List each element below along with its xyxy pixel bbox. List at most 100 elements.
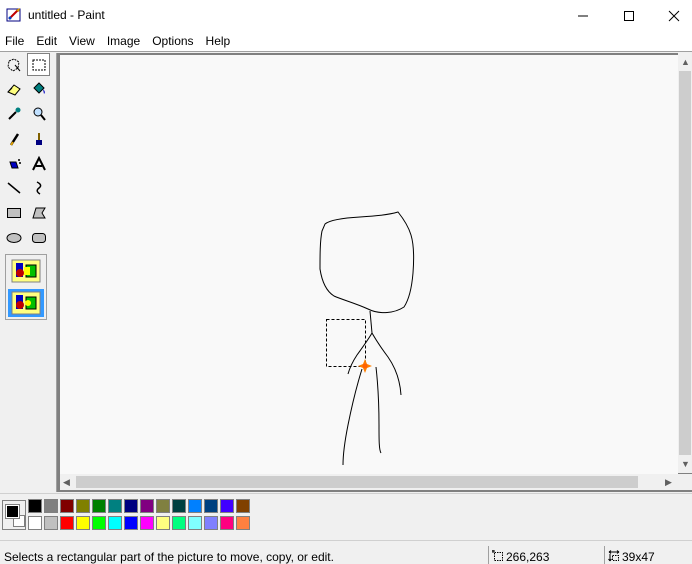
toolbox [0, 52, 53, 492]
text-icon [31, 155, 46, 170]
palette-swatch[interactable] [172, 516, 186, 530]
tool-line[interactable] [2, 176, 25, 199]
tool-free-form-select[interactable] [2, 53, 25, 76]
minimize-button[interactable] [560, 0, 606, 31]
palette-swatch[interactable] [76, 516, 90, 530]
tool-eraser[interactable] [2, 77, 25, 100]
palette-swatch[interactable] [204, 516, 218, 530]
airbrush-icon [8, 158, 21, 168]
title-bar: untitled - Paint [0, 0, 692, 31]
rounded-rect-icon [31, 232, 46, 243]
polygon-icon [31, 207, 46, 218]
rectangle-icon [6, 207, 21, 218]
palette-swatch[interactable] [28, 499, 42, 513]
palette-swatch[interactable] [44, 516, 58, 530]
cursor-position: 266,263 [506, 550, 550, 564]
tool-text[interactable] [27, 152, 50, 175]
menu-help[interactable]: Help [200, 31, 237, 51]
palette-swatch[interactable] [188, 516, 202, 530]
pencil-icon [9, 132, 19, 146]
scrollbar-corner [678, 474, 692, 490]
current-colors-indicator [2, 500, 26, 530]
selection-size-icon [608, 550, 620, 562]
tool-fill-with-color[interactable] [27, 77, 50, 100]
palette-swatch[interactable] [188, 499, 202, 513]
palette-swatch[interactable] [28, 516, 42, 530]
curve-icon [36, 180, 41, 195]
palette-swatch[interactable] [124, 516, 138, 530]
brush-icon [35, 132, 42, 145]
stick-figure-drawing [319, 211, 415, 466]
color-swatches [28, 499, 256, 532]
status-help-text: Selects a rectangular part of the pictur… [4, 550, 334, 564]
magnifier-icon [33, 107, 46, 121]
tool-airbrush[interactable] [2, 152, 25, 175]
ellipse-icon [6, 232, 21, 243]
menu-view[interactable]: View [63, 31, 101, 51]
menu-bar: File Edit View Image Options Help [0, 31, 692, 51]
close-button[interactable] [651, 0, 692, 31]
tool-rectangle[interactable] [2, 201, 25, 224]
palette-swatch[interactable] [60, 499, 74, 513]
palette-swatch[interactable] [124, 499, 138, 513]
menu-image[interactable]: Image [101, 31, 146, 51]
palette-swatch[interactable] [220, 516, 234, 530]
status-bar: Selects a rectangular part of the pictur… [0, 540, 692, 564]
palette-swatch[interactable] [140, 499, 154, 513]
palette-swatch[interactable] [108, 499, 122, 513]
menu-edit[interactable]: Edit [30, 31, 63, 51]
close-icon [668, 10, 680, 21]
vertical-scroll-thumb[interactable] [679, 71, 691, 455]
palette-swatch[interactable] [108, 516, 122, 530]
cursor-position-icon [492, 550, 503, 561]
menu-options[interactable]: Options [146, 31, 199, 51]
palette-swatch[interactable] [60, 516, 74, 530]
foreground-color-box [5, 504, 20, 519]
palette-swatch[interactable] [220, 499, 234, 513]
palette-swatch[interactable] [236, 499, 250, 513]
palette-swatch[interactable] [92, 499, 106, 513]
palette-swatch[interactable] [44, 499, 58, 513]
palette-swatch[interactable] [156, 516, 170, 530]
scroll-left-icon[interactable]: ◀ [63, 477, 70, 487]
fill-bucket-icon [32, 81, 45, 94]
cursor-position-pane: 266,263 [488, 546, 603, 564]
selection-size: 39x47 [622, 550, 655, 564]
horizontal-scrollbar[interactable]: ◀ ▶ [60, 474, 678, 490]
paint-app-icon [6, 8, 21, 22]
transparent-selection-option[interactable] [8, 289, 44, 317]
maximize-icon [624, 10, 634, 21]
palette-swatch[interactable] [172, 499, 186, 513]
tool-polygon[interactable] [27, 201, 50, 224]
maximize-button[interactable] [606, 0, 652, 31]
vertical-scrollbar[interactable]: ▲ ▼ [678, 53, 692, 473]
scroll-up-icon[interactable]: ▲ [681, 57, 690, 67]
eraser-icon [6, 83, 21, 96]
tool-pencil[interactable] [2, 127, 25, 150]
tool-ellipse[interactable] [2, 226, 25, 249]
palette-swatch[interactable] [204, 499, 218, 513]
tool-rounded-rectangle[interactable] [27, 226, 50, 249]
palette-swatch[interactable] [156, 499, 170, 513]
transparent-selection-icon [11, 291, 41, 315]
scroll-right-icon[interactable]: ▶ [665, 477, 672, 487]
opaque-selection-option[interactable] [8, 257, 44, 285]
palette-swatch[interactable] [92, 516, 106, 530]
palette-swatch[interactable] [236, 516, 250, 530]
tool-pick-color[interactable] [2, 102, 25, 125]
rect-select-icon [32, 59, 45, 70]
cursor-marker [358, 359, 372, 373]
eyedropper-icon [7, 107, 20, 120]
tool-select[interactable] [27, 53, 50, 76]
palette-swatch[interactable] [140, 516, 154, 530]
tool-magnifier[interactable] [27, 102, 50, 125]
tool-curve[interactable] [27, 176, 50, 199]
palette-swatch[interactable] [76, 499, 90, 513]
menu-file[interactable]: File [0, 31, 30, 51]
scroll-down-icon[interactable]: ▼ [681, 459, 690, 469]
horizontal-scroll-thumb[interactable] [76, 476, 638, 488]
drawing-canvas[interactable] [60, 55, 678, 474]
tool-brush[interactable] [27, 127, 50, 150]
minimize-icon [578, 15, 588, 16]
selection-size-pane: 39x47 [604, 546, 692, 564]
